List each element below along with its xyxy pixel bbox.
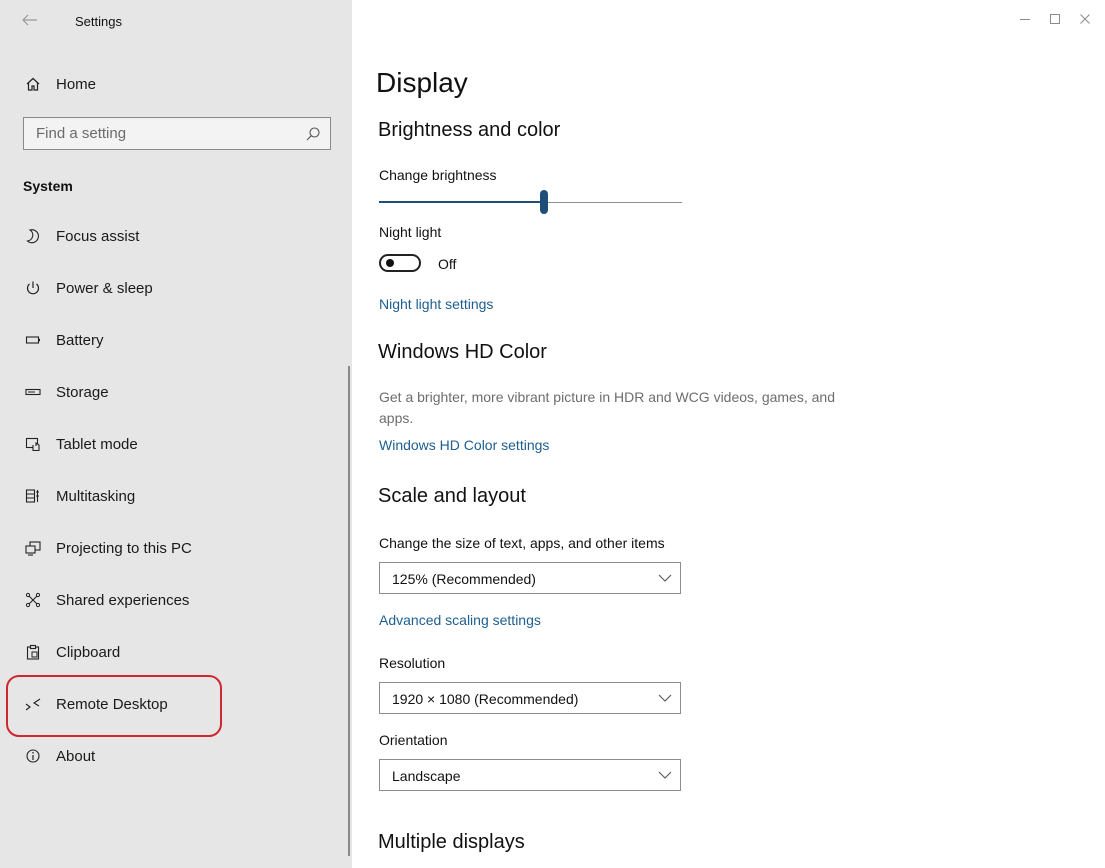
close-button[interactable]: [1070, 8, 1100, 30]
hd-color-heading: Windows HD Color: [378, 341, 547, 363]
sidebar-item-label: Battery: [56, 331, 104, 349]
scale-dropdown-value: 125% (Recommended): [392, 571, 536, 587]
brightness-slider-label: Change brightness: [379, 167, 497, 183]
battery-icon: [23, 330, 43, 350]
sidebar-item-label: About: [56, 747, 96, 765]
sidebar-item-label: Power & sleep: [56, 279, 153, 297]
night-light-toggle[interactable]: [379, 254, 421, 272]
chevron-down-icon: [658, 694, 672, 702]
orientation-label: Orientation: [379, 732, 448, 748]
sidebar-item-label: Tablet mode: [56, 435, 138, 453]
advanced-scaling-link[interactable]: Advanced scaling settings: [379, 612, 541, 628]
minimize-button[interactable]: [1010, 8, 1040, 30]
sidebar-item-tablet-mode[interactable]: Tablet mode: [0, 424, 352, 464]
sidebar-item-home[interactable]: Home: [0, 64, 352, 104]
multiple-displays-heading: Multiple displays: [378, 831, 525, 853]
app-title: Settings: [75, 14, 122, 29]
resolution-label: Resolution: [379, 655, 446, 671]
maximize-button[interactable]: [1040, 8, 1070, 30]
chevron-down-icon: [658, 771, 672, 779]
sidebar-item-label: Focus assist: [56, 227, 140, 245]
sidebar-item-storage[interactable]: Storage: [0, 372, 352, 412]
sidebar: Settings Home System Focus assist Power …: [0, 0, 352, 868]
sidebar-item-projecting[interactable]: Projecting to this PC: [0, 528, 352, 568]
storage-icon: [23, 382, 43, 402]
brightness-heading: Brightness and color: [378, 119, 561, 141]
sidebar-item-power-sleep[interactable]: Power & sleep: [0, 268, 352, 308]
back-arrow-icon[interactable]: [20, 12, 40, 32]
text-size-label: Change the size of text, apps, and other…: [379, 535, 665, 551]
sidebar-item-focus-assist[interactable]: Focus assist: [0, 216, 352, 256]
sidebar-item-clipboard[interactable]: Clipboard: [0, 632, 352, 672]
moon-icon: [23, 226, 43, 246]
brightness-slider-thumb[interactable]: [540, 190, 548, 214]
tablet-mode-icon: [23, 434, 43, 454]
scale-layout-heading: Scale and layout: [378, 485, 526, 507]
search-box[interactable]: [23, 117, 331, 150]
search-input[interactable]: [24, 118, 306, 149]
resolution-dropdown[interactable]: 1920 × 1080 (Recommended): [379, 682, 681, 714]
power-icon: [23, 278, 43, 298]
sidebar-item-label: Projecting to this PC: [56, 539, 192, 557]
multitasking-icon: [23, 486, 43, 506]
sidebar-item-label: Shared experiences: [56, 591, 190, 609]
night-light-settings-link[interactable]: Night light settings: [379, 296, 493, 312]
brightness-slider-filled[interactable]: [379, 201, 545, 203]
resolution-dropdown-value: 1920 × 1080 (Recommended): [392, 691, 579, 707]
toggle-knob: [386, 259, 394, 267]
hd-color-settings-link[interactable]: Windows HD Color settings: [379, 437, 549, 453]
night-light-state: Off: [438, 256, 457, 272]
projecting-icon: [23, 538, 43, 558]
hd-color-description: Get a brighter, more vibrant picture in …: [379, 389, 835, 426]
info-icon: [23, 746, 43, 766]
sidebar-item-label: Storage: [56, 383, 109, 401]
sidebar-item-label: Multitasking: [56, 487, 136, 505]
scrollbar[interactable]: [348, 366, 350, 856]
search-icon[interactable]: [305, 126, 321, 142]
clipboard-icon: [23, 642, 43, 662]
scale-dropdown[interactable]: 125% (Recommended): [379, 562, 681, 594]
section-title: System: [23, 178, 73, 194]
chevron-down-icon: [658, 574, 672, 582]
sidebar-item-battery[interactable]: Battery: [0, 320, 352, 360]
orientation-dropdown[interactable]: Landscape: [379, 759, 681, 791]
night-light-label: Night light: [379, 224, 442, 240]
sidebar-item-label: Home: [56, 75, 97, 93]
highlight-annotation: [6, 675, 222, 737]
sidebar-item-shared-experiences[interactable]: Shared experiences: [0, 580, 352, 620]
sidebar-item-about[interactable]: About: [0, 736, 352, 776]
sidebar-item-label: Clipboard: [56, 643, 121, 661]
orientation-dropdown-value: Landscape: [392, 768, 461, 784]
sidebar-item-multitasking[interactable]: Multitasking: [0, 476, 352, 516]
shared-experiences-icon: [23, 590, 43, 610]
brightness-slider-track[interactable]: [545, 202, 682, 203]
page-title: Display: [376, 67, 468, 98]
home-icon: [23, 74, 43, 94]
